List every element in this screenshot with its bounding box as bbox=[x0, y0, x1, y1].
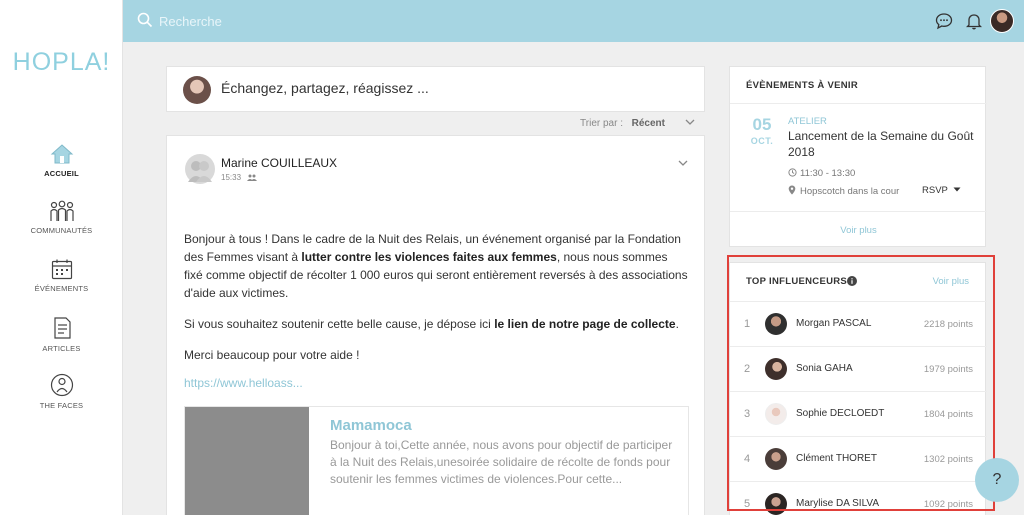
avatar bbox=[765, 448, 787, 470]
avatar bbox=[765, 493, 787, 515]
sidebar-item-label: THE FACES bbox=[39, 401, 84, 410]
influencer-row[interactable]: 5 Marylise DA SILVA 1092 points bbox=[730, 481, 987, 515]
event-title[interactable]: Lancement de la Semaine du Goût 2018 bbox=[788, 128, 978, 160]
top-bar bbox=[123, 0, 1024, 42]
preview-description: Bonjour à toi,Cette année, nous avons po… bbox=[330, 438, 673, 486]
chevron-down-icon[interactable] bbox=[678, 160, 688, 167]
avatar bbox=[765, 358, 787, 380]
influencer-name: Sonia GAHA bbox=[796, 363, 853, 374]
rsvp-button[interactable]: RSVP bbox=[922, 185, 961, 196]
info-icon[interactable] bbox=[847, 276, 857, 286]
influencer-rank: 1 bbox=[744, 318, 751, 330]
community-avatar-icon bbox=[188, 161, 212, 182]
help-button[interactable]: ? bbox=[975, 458, 1019, 502]
influencer-name: Marylise DA SILVA bbox=[796, 498, 879, 509]
sort-label: Trier par : bbox=[580, 118, 623, 129]
influencer-row[interactable]: 3 Sophie DECLOEDT 1804 points bbox=[730, 391, 987, 436]
community-icon bbox=[49, 200, 74, 221]
location-pin-icon bbox=[788, 185, 796, 195]
post-paragraph: Merci beaucoup pour votre aide ! bbox=[184, 348, 360, 362]
influencer-rank: 5 bbox=[744, 498, 751, 510]
influencer-points: 1302 points bbox=[923, 454, 973, 465]
event-time-text: 11:30 - 13:30 bbox=[800, 168, 856, 179]
bell-icon[interactable] bbox=[966, 12, 982, 30]
post-link[interactable]: https://www.helloass... bbox=[184, 376, 303, 390]
sort-bar: Trier par : Récent bbox=[166, 117, 705, 131]
post-paragraph: Si vous souhaitez soutenir cette belle c… bbox=[184, 315, 689, 333]
divider bbox=[730, 211, 987, 212]
post-text: Si vous souhaitez soutenir cette belle c… bbox=[184, 317, 495, 331]
event-place: Hopscotch dans la cour bbox=[788, 185, 899, 197]
events-see-more-link[interactable]: Voir plus bbox=[730, 225, 987, 236]
influencer-row[interactable]: 1 Morgan PASCAL 2218 points bbox=[730, 301, 987, 346]
influencer-name: Sophie DECLOEDT bbox=[796, 408, 885, 419]
chat-icon[interactable] bbox=[935, 12, 953, 30]
avatar bbox=[183, 76, 211, 104]
avatar bbox=[765, 313, 787, 335]
influencer-name: Morgan PASCAL bbox=[796, 318, 872, 329]
sidebar-item-the-faces[interactable]: THE FACES bbox=[0, 373, 123, 410]
sidebar-item-label: ARTICLES bbox=[42, 344, 81, 353]
influencer-points: 1804 points bbox=[923, 409, 973, 420]
compose-box[interactable]: Échangez, partagez, réagissez ... bbox=[166, 66, 705, 112]
top-influencers-card: TOP INFLUENCEURS Voir plus 1 Morgan PASC… bbox=[729, 262, 987, 515]
clock-icon bbox=[788, 168, 797, 177]
sidebar-item-label: ÉVÉNEMENTS bbox=[34, 284, 89, 293]
influencers-title: TOP INFLUENCEURS bbox=[746, 276, 848, 287]
events-title: ÉVÈNEMENTS À VENIR bbox=[746, 80, 859, 91]
post-timestamp: 15:33 bbox=[221, 173, 242, 182]
article-icon bbox=[53, 317, 71, 339]
search-input[interactable] bbox=[159, 10, 559, 32]
search-icon bbox=[137, 12, 153, 28]
post-text: . bbox=[675, 317, 679, 331]
caret-down-icon bbox=[953, 187, 961, 192]
compose-placeholder[interactable]: Échangez, partagez, réagissez ... bbox=[221, 80, 429, 96]
event-month: OCT. bbox=[750, 136, 774, 146]
rsvp-label: RSVP bbox=[922, 185, 948, 196]
post-text-bold: lutter contre les violences faites aux f… bbox=[301, 250, 557, 264]
divider bbox=[730, 103, 987, 104]
influencer-rank: 3 bbox=[744, 408, 751, 420]
sidebar-item-evenements[interactable]: ÉVÉNEMENTS bbox=[0, 258, 123, 293]
post-time: 15:33 bbox=[221, 173, 258, 182]
group-icon bbox=[247, 174, 258, 182]
sidebar-item-communautes[interactable]: COMMUNAUTÉS bbox=[0, 200, 123, 235]
post-card: Marine COUILLEAUX 15:33 Bonjour à tous !… bbox=[166, 135, 705, 515]
influencer-rank: 2 bbox=[744, 363, 751, 375]
influencer-rank: 4 bbox=[744, 453, 751, 465]
user-avatar[interactable] bbox=[990, 9, 1014, 33]
post-author[interactable]: Marine COUILLEAUX bbox=[221, 156, 337, 170]
person-icon bbox=[50, 373, 73, 397]
influencer-points: 1092 points bbox=[923, 499, 973, 510]
sort-select[interactable]: Récent bbox=[632, 118, 665, 129]
post-paragraph: Bonjour à tous ! Dans le cadre de la Nui… bbox=[184, 230, 689, 302]
home-icon bbox=[50, 144, 73, 164]
link-preview[interactable]: Mamamoca Bonjour à toi,Cette année, nous… bbox=[184, 406, 689, 515]
influencer-name: Clément THORET bbox=[796, 453, 877, 464]
post-text-bold[interactable]: le lien de notre page de collecte bbox=[494, 317, 675, 331]
app-logo[interactable]: HOPLA! bbox=[0, 48, 123, 77]
sidebar-item-label: COMMUNAUTÉS bbox=[30, 226, 93, 235]
event-category: ATELIER bbox=[788, 116, 827, 127]
sidebar-item-accueil[interactable]: ACCUEIL bbox=[0, 143, 123, 178]
sidebar: HOPLA! ACCUEIL COMMUNAUTÉS ÉVÉNEMENTS AR… bbox=[0, 0, 123, 515]
influencers-see-more-link[interactable]: Voir plus bbox=[933, 276, 969, 287]
calendar-icon bbox=[51, 259, 72, 280]
chevron-down-icon[interactable] bbox=[685, 119, 695, 126]
preview-title[interactable]: Mamamoca bbox=[330, 417, 412, 434]
avatar bbox=[765, 403, 787, 425]
influencer-row[interactable]: 4 Clément THORET 1302 points bbox=[730, 436, 987, 481]
influencer-points: 1979 points bbox=[923, 364, 973, 375]
preview-image bbox=[185, 407, 309, 515]
sidebar-item-articles[interactable]: ARTICLES bbox=[0, 316, 123, 353]
influencer-row[interactable]: 2 Sonia GAHA 1979 points bbox=[730, 346, 987, 391]
post-body: Bonjour à tous ! Dans le cadre de la Nui… bbox=[184, 230, 689, 377]
influencer-points: 2218 points bbox=[923, 319, 973, 330]
events-card: ÉVÈNEMENTS À VENIR 05 OCT. ATELIER Lance… bbox=[729, 66, 987, 247]
avatar[interactable] bbox=[185, 154, 215, 184]
event-time: 11:30 - 13:30 bbox=[788, 168, 855, 179]
sidebar-item-label: ACCUEIL bbox=[44, 169, 79, 178]
event-day: 05 bbox=[752, 115, 772, 134]
event-place-text: Hopscotch dans la cour bbox=[800, 186, 900, 197]
